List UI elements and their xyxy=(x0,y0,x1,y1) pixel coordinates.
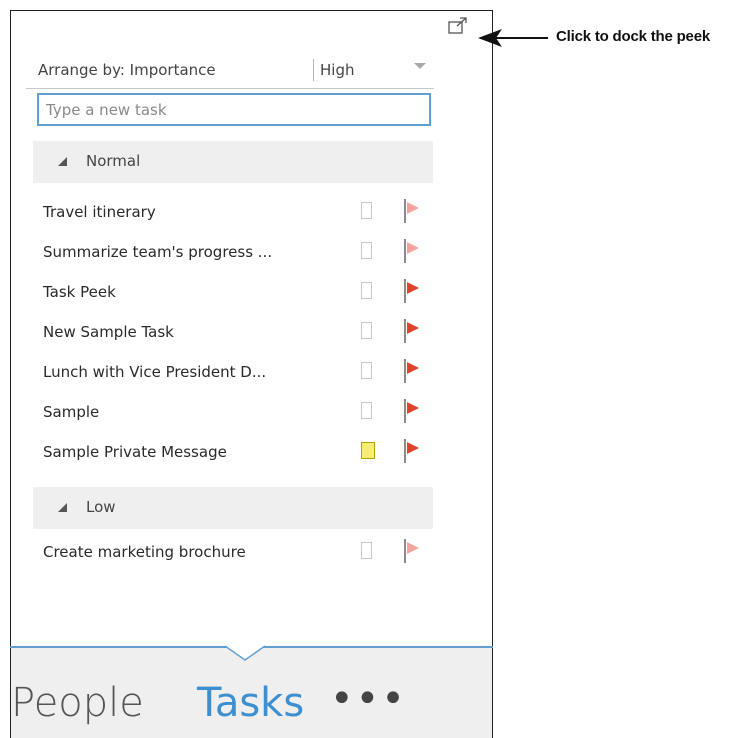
category-checkbox[interactable] xyxy=(361,242,372,259)
peek-pointer-icon xyxy=(225,645,265,661)
task-row[interactable]: Travel itinerary xyxy=(33,198,433,228)
group-label: Normal xyxy=(86,152,141,170)
category-checkbox[interactable] xyxy=(361,282,372,299)
task-title: Summarize team's progress ... xyxy=(43,243,273,261)
category-checkbox[interactable] xyxy=(361,362,372,379)
category-checkbox[interactable] xyxy=(361,322,372,339)
divider xyxy=(313,59,314,81)
more-options-icon[interactable]: ••• xyxy=(330,676,407,722)
nav-people[interactable]: People xyxy=(11,680,144,726)
flag-icon[interactable] xyxy=(404,539,426,563)
arrange-by-row: Arrange by: Importance High xyxy=(26,53,434,89)
task-title: Sample xyxy=(43,403,100,421)
category-checkbox[interactable] xyxy=(361,442,375,459)
nav-tasks[interactable]: Tasks xyxy=(197,680,304,726)
task-title: Sample Private Message xyxy=(43,443,227,461)
task-row[interactable]: Sample Private Message xyxy=(33,438,433,468)
new-task-input[interactable] xyxy=(37,93,431,126)
arrange-by-dropdown[interactable]: Arrange by: Importance xyxy=(38,61,216,79)
callout-text: Click to dock the peek xyxy=(556,28,710,45)
task-row[interactable]: Sample xyxy=(33,398,433,428)
flag-icon[interactable] xyxy=(404,439,426,463)
collapse-triangle-icon xyxy=(58,157,67,166)
popout-icon[interactable] xyxy=(448,17,468,35)
category-checkbox[interactable] xyxy=(361,202,372,219)
flag-icon[interactable] xyxy=(404,199,426,223)
group-header-normal[interactable]: Normal xyxy=(33,141,433,183)
task-row[interactable]: New Sample Task xyxy=(33,318,433,348)
task-row[interactable]: Task Peek xyxy=(33,278,433,308)
flag-icon[interactable] xyxy=(404,399,426,423)
task-title: Task Peek xyxy=(43,283,116,301)
task-row[interactable]: Summarize team's progress ... xyxy=(33,238,433,268)
sort-order-dropdown[interactable]: High xyxy=(320,61,354,79)
task-row[interactable]: Lunch with Vice President D... xyxy=(33,358,433,388)
chevron-down-icon[interactable] xyxy=(414,63,426,69)
flag-icon[interactable] xyxy=(404,279,426,303)
task-title: Travel itinerary xyxy=(43,203,156,221)
task-row[interactable]: Create marketing brochure xyxy=(33,538,433,568)
group-header-low[interactable]: Low xyxy=(33,487,433,529)
task-title: Lunch with Vice President D... xyxy=(43,363,267,381)
flag-icon[interactable] xyxy=(404,319,426,343)
collapse-triangle-icon xyxy=(58,503,67,512)
flag-icon[interactable] xyxy=(404,359,426,383)
flag-icon[interactable] xyxy=(404,239,426,263)
callout-arrow-icon xyxy=(478,29,548,47)
task-title: New Sample Task xyxy=(43,323,174,341)
task-title: Create marketing brochure xyxy=(43,543,246,561)
category-checkbox[interactable] xyxy=(361,542,372,559)
group-label: Low xyxy=(86,498,116,516)
category-checkbox[interactable] xyxy=(361,402,372,419)
